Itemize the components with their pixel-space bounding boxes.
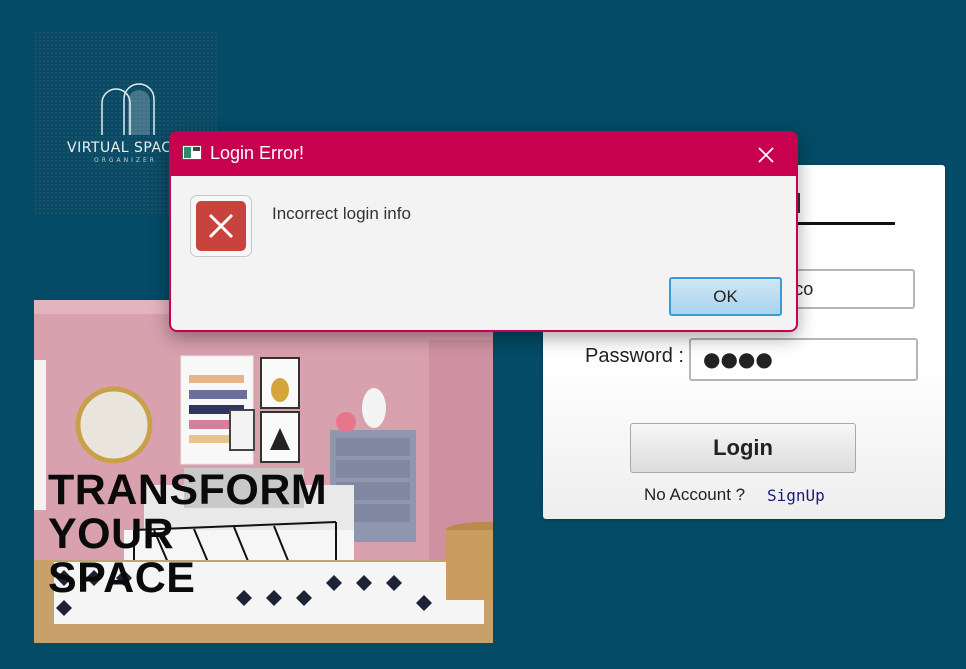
- dialog-body: Incorrect login info OK: [171, 176, 796, 330]
- hero-tagline: TRANSFORM YOUR SPACE: [48, 468, 327, 600]
- error-x-icon: [196, 201, 246, 251]
- no-account-text: No Account ?: [644, 485, 746, 504]
- hero-room-image: TRANSFORM YOUR SPACE: [34, 300, 493, 643]
- dialog-message: Incorrect login info: [272, 204, 411, 223]
- dialog-title: Login Error!: [210, 143, 305, 163]
- tagline-line-3: SPACE: [48, 554, 196, 602]
- tagline-line-2: YOUR: [48, 510, 175, 558]
- error-icon-frame: [190, 195, 252, 257]
- ok-button[interactable]: OK: [669, 277, 782, 316]
- card-title-underline: [795, 222, 895, 225]
- window-app-icon: [182, 145, 202, 160]
- logo-title: VIRTUAL SPACE: [67, 140, 181, 156]
- password-field[interactable]: ●●●●: [689, 338, 918, 381]
- login-button[interactable]: Login: [630, 423, 856, 473]
- password-label: Password :: [585, 345, 684, 367]
- signup-link[interactable]: SignUp: [767, 486, 825, 505]
- login-error-dialog: Login Error! Incorrect login info OK: [169, 131, 798, 332]
- logo-subtitle: ORGANIZER: [94, 157, 157, 164]
- tagline-line-1: TRANSFORM: [48, 466, 328, 514]
- dialog-titlebar[interactable]: Login Error!: [169, 131, 798, 176]
- arch-logo-icon: [101, 83, 155, 135]
- close-icon[interactable]: [753, 142, 779, 168]
